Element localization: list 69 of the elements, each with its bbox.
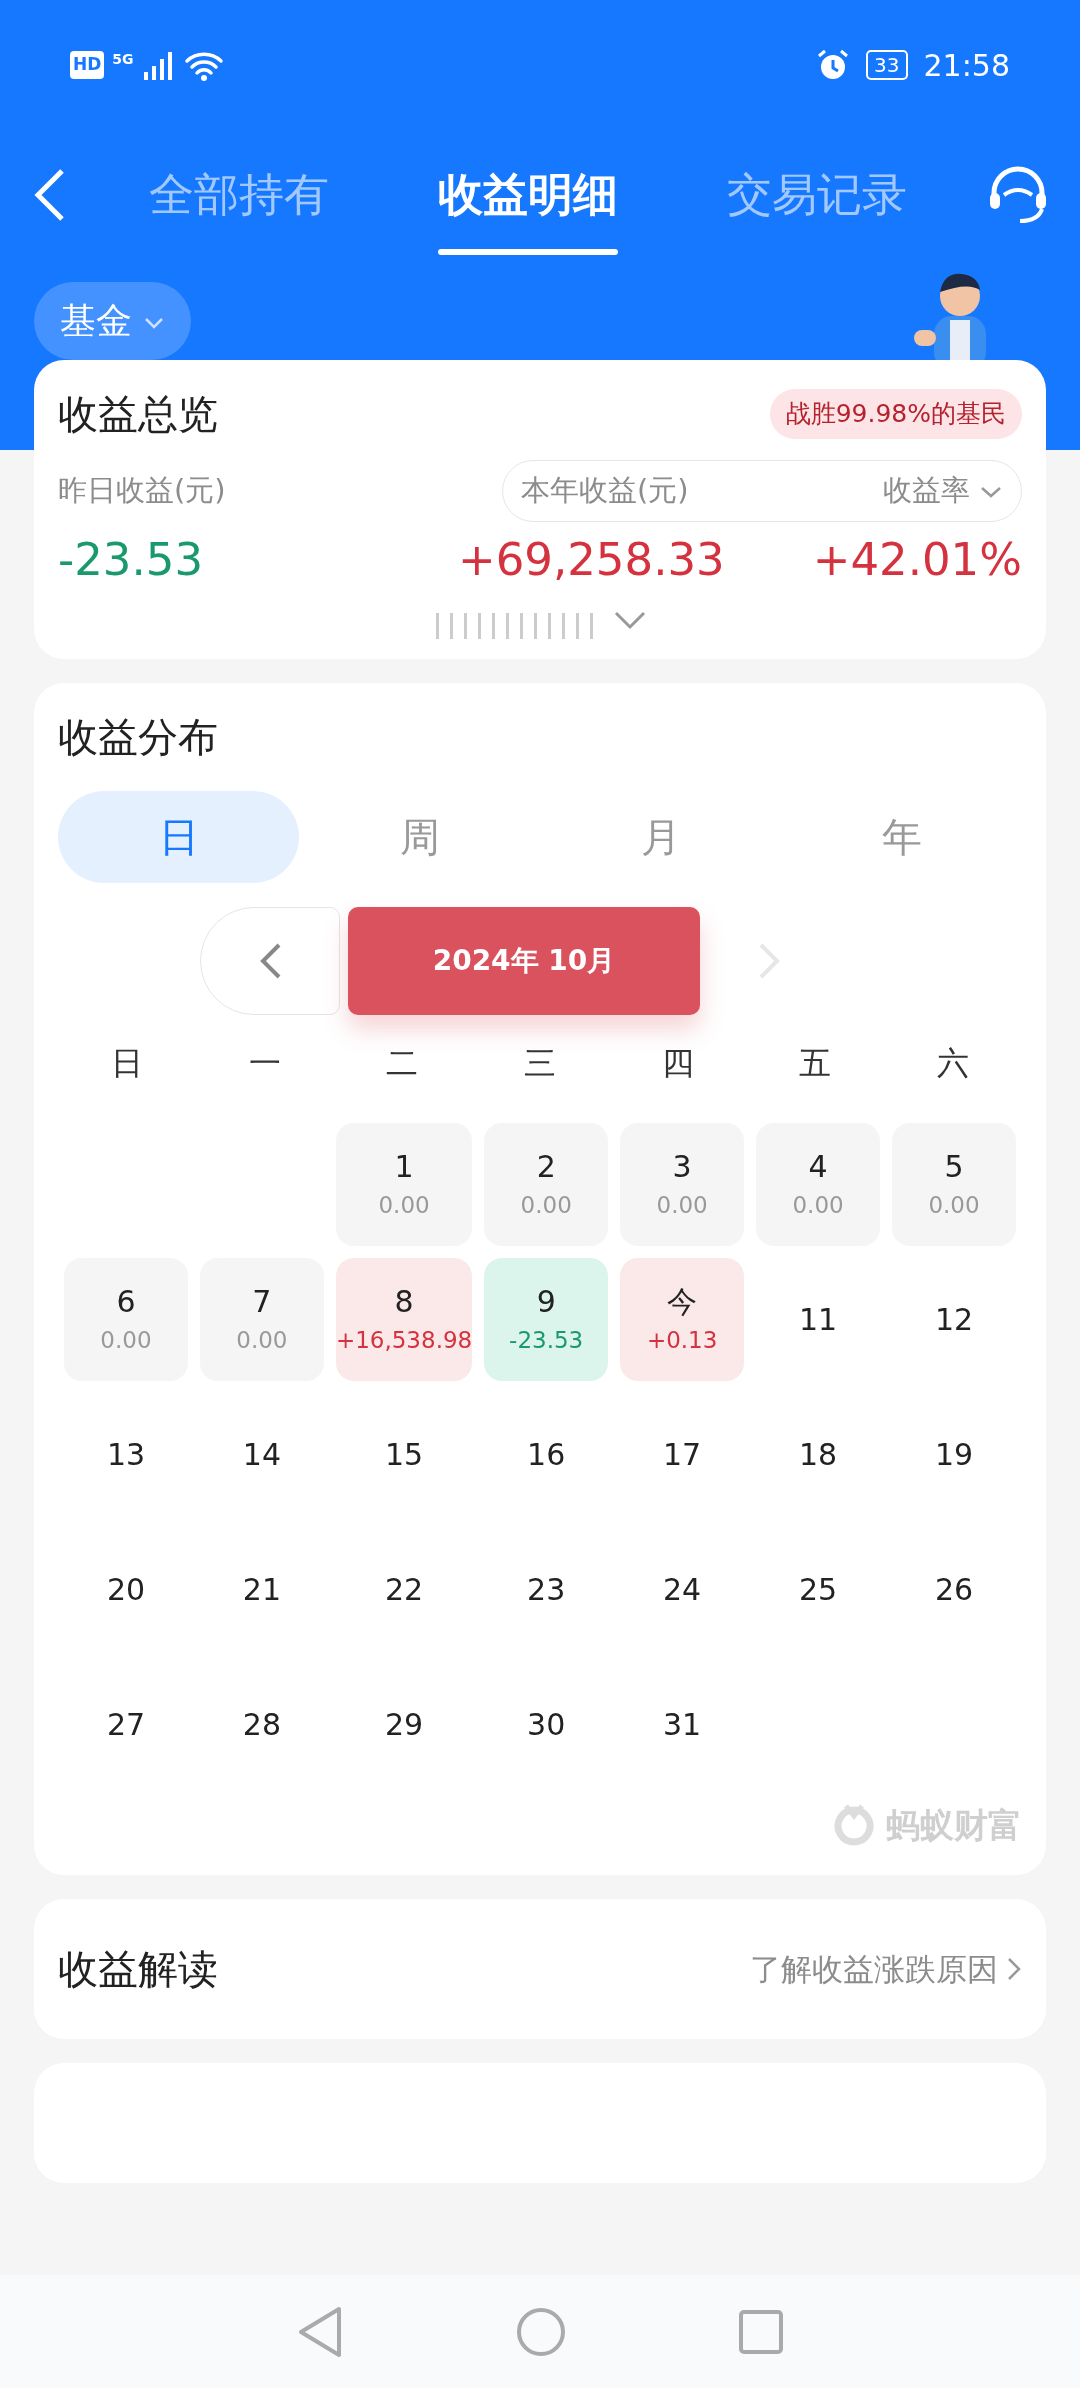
day-number: 30 <box>526 1705 567 1744</box>
day-number: 25 <box>798 1570 839 1609</box>
tab[interactable]: 交易记录 <box>727 161 908 255</box>
day-cell[interactable]: 3 0.00 <box>620 1123 745 1246</box>
day-cell[interactable]: 5 0.00 <box>892 1123 1016 1246</box>
chevron-down-icon <box>979 485 1003 499</box>
period-tab[interactable]: 年 <box>781 791 1022 883</box>
day-number: 19 <box>933 1435 975 1474</box>
home-nav-icon[interactable] <box>515 2305 567 2358</box>
weekday-label: 五 <box>798 1043 833 1084</box>
period-tab[interactable]: 月 <box>540 791 781 883</box>
day-number: 15 <box>383 1435 425 1474</box>
day-number: 12 <box>933 1300 975 1339</box>
day-cell[interactable]: 6 0.00 <box>64 1258 188 1381</box>
day-cell[interactable]: 2 0.00 <box>484 1123 609 1246</box>
day-number: 27 <box>105 1705 147 1744</box>
day-number: 11 <box>798 1300 839 1339</box>
fund-filter-dropdown[interactable]: 基金 <box>34 282 192 360</box>
day-number: 13 <box>105 1435 147 1474</box>
network-label: 5G <box>112 50 134 69</box>
period-tab[interactable]: 日 <box>58 791 299 883</box>
day-number: 28 <box>241 1705 282 1744</box>
day-number: 22 <box>383 1570 425 1609</box>
day-number: 29 <box>383 1705 425 1744</box>
day-number: 26 <box>933 1570 975 1609</box>
day-number: 20 <box>105 1570 147 1609</box>
rank-badge: 战胜99.98%的基民 <box>769 389 1022 439</box>
card-title: 收益分布 <box>58 713 219 762</box>
day-number: 23 <box>526 1570 567 1609</box>
day-cell[interactable]: 4 0.00 <box>756 1123 881 1246</box>
month-selector[interactable]: 2024年 10月 <box>348 907 700 1015</box>
hd-icon: HD <box>70 51 105 79</box>
battery-icon: 33 <box>866 50 908 80</box>
period-tab[interactable]: 周 <box>299 791 540 883</box>
stat-value: -23.53 <box>58 531 204 588</box>
stat-label: 本年收益(元) <box>521 472 689 509</box>
stat-value: +69,258.33 <box>457 531 725 588</box>
tab[interactable]: 全部持有 <box>148 161 329 255</box>
day-number: 24 <box>662 1570 703 1609</box>
rate-dropdown[interactable]: 收益率 <box>882 469 1003 513</box>
weekday-label: 一 <box>247 1043 282 1084</box>
day-number: 14 <box>241 1435 282 1474</box>
stat-label: 昨日收益(元) <box>58 472 226 509</box>
weekday-label: 三 <box>523 1043 557 1084</box>
insight-link[interactable]: 了解收益涨跌原因 <box>750 1945 1022 1993</box>
alarm-icon <box>816 48 851 82</box>
card-title: 收益总览 <box>58 390 218 439</box>
prev-month-button[interactable] <box>200 907 340 1015</box>
clock: 21:58 <box>923 46 1010 85</box>
chevron-right-icon <box>1006 1956 1022 1982</box>
weekday-label: 日 <box>109 1043 144 1084</box>
recents-nav-icon[interactable] <box>737 2307 785 2356</box>
card-title: 收益解读 <box>58 1945 218 1994</box>
day-cell[interactable]: 1 0.00 <box>335 1123 473 1246</box>
stat-value: +42.01% <box>812 531 1022 588</box>
weekday-label: 二 <box>385 1043 420 1084</box>
day-cell[interactable]: 今 +0.13 <box>620 1258 745 1381</box>
day-cell[interactable]: 8 +16,538.98 <box>335 1258 473 1381</box>
day-number: 16 <box>526 1435 567 1474</box>
day-cell[interactable]: 9 -23.53 <box>484 1258 609 1381</box>
tab[interactable]: 收益明细 <box>438 161 618 255</box>
day-number: 21 <box>241 1570 282 1609</box>
day-number: 31 <box>662 1705 703 1744</box>
weekday-label: 四 <box>660 1043 695 1084</box>
weekday-label: 六 <box>936 1043 971 1084</box>
day-number: 18 <box>798 1435 839 1474</box>
day-number: 17 <box>662 1435 703 1474</box>
chevron-down-icon <box>143 316 166 330</box>
day-cell[interactable]: 7 0.00 <box>199 1258 324 1381</box>
